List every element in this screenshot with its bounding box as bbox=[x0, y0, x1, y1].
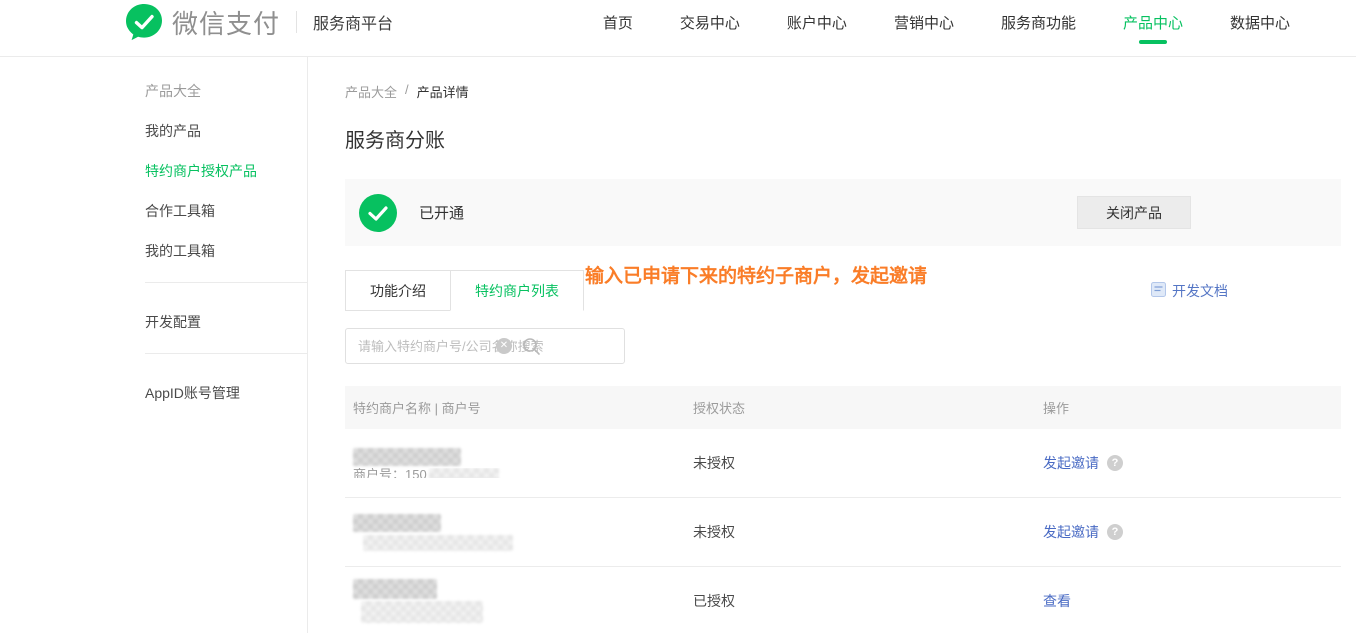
sidebar-item-my-products[interactable]: 我的产品 bbox=[145, 111, 307, 151]
main-nav: 首页 交易中心 账户中心 营销中心 服务商功能 产品中心 数据中心 bbox=[603, 0, 1290, 45]
action-cell: 发起邀请 ? bbox=[1043, 453, 1341, 473]
merchant-cell bbox=[353, 514, 693, 551]
table-row: 商户号：150 未授权 发起邀请 ? bbox=[345, 429, 1341, 498]
submerchant-table: 特约商户名称 | 商户号 授权状态 操作 商户号：150 未授权 发起邀请 ? bbox=[345, 386, 1341, 633]
table-row: 未授权 发起邀请 ? bbox=[345, 498, 1341, 567]
breadcrumb: 产品大全 / 产品详情 bbox=[345, 82, 1341, 101]
sidebar-item-dev-config[interactable]: 开发配置 bbox=[145, 302, 307, 342]
merchant-number-clipped: 商户号：150 bbox=[353, 468, 693, 478]
active-nav-underline bbox=[1139, 40, 1167, 44]
nav-item-home[interactable]: 首页 bbox=[603, 0, 633, 45]
help-icon[interactable]: ? bbox=[1107, 524, 1123, 540]
table-header-row: 特约商户名称 | 商户号 授权状态 操作 bbox=[345, 386, 1341, 429]
top-bar: 微信支付 服务商平台 首页 交易中心 账户中心 营销中心 服务商功能 产品中心 … bbox=[0, 0, 1356, 57]
brand[interactable]: 微信支付 bbox=[125, 3, 280, 41]
redacted-merchant-name bbox=[353, 514, 441, 532]
view-link[interactable]: 查看 bbox=[1043, 591, 1071, 611]
table-row: 已授权 查看 bbox=[345, 567, 1341, 633]
wechat-pay-logo-icon bbox=[125, 3, 163, 41]
brand-divider bbox=[296, 11, 297, 33]
brand-name: 微信支付 bbox=[172, 4, 280, 41]
redacted-merchant-name bbox=[353, 448, 461, 466]
tab-feature-intro[interactable]: 功能介绍 bbox=[345, 270, 451, 311]
merchant-number-text: 商户号：150 bbox=[353, 468, 427, 478]
action-cell: 发起邀请 ? bbox=[1043, 522, 1341, 542]
status-label: 已开通 bbox=[419, 202, 464, 223]
merchant-cell: 商户号：150 bbox=[353, 448, 693, 478]
page-title: 服务商分账 bbox=[345, 124, 1341, 153]
merchant-cell bbox=[353, 579, 693, 623]
sidebar-item-cooperation-toolbox[interactable]: 合作工具箱 bbox=[145, 191, 307, 231]
sidebar-item-appid-account-management[interactable]: AppID账号管理 bbox=[145, 373, 307, 413]
nav-item-product-center[interactable]: 产品中心 bbox=[1123, 0, 1183, 45]
redacted-merchant-number bbox=[361, 601, 483, 623]
redacted-merchant-number bbox=[363, 535, 513, 551]
search-box: ✕ bbox=[345, 328, 625, 364]
annotation-text: 输入已申请下来的特约子商户，发起邀请 bbox=[585, 261, 927, 288]
dev-doc-label: 开发文档 bbox=[1172, 281, 1228, 301]
nav-item-account-center[interactable]: 账户中心 bbox=[787, 0, 847, 45]
clear-icon[interactable]: ✕ bbox=[496, 338, 512, 354]
send-invite-link[interactable]: 发起邀请 bbox=[1043, 522, 1099, 542]
nav-item-transaction-center[interactable]: 交易中心 bbox=[680, 0, 740, 45]
check-circle-icon bbox=[359, 194, 397, 232]
search-row: ✕ bbox=[345, 328, 1341, 364]
redacted-merchant-number bbox=[429, 468, 499, 478]
auth-status: 未授权 bbox=[693, 453, 1043, 473]
sidebar-item-submerchant-authorized-products[interactable]: 特约商户授权产品 bbox=[145, 151, 307, 191]
column-header-auth-status: 授权状态 bbox=[693, 398, 1043, 417]
close-product-button[interactable]: 关闭产品 bbox=[1077, 196, 1191, 229]
main-content: 产品大全 / 产品详情 服务商分账 已开通 关闭产品 功能介绍 特约商户列表 输… bbox=[308, 57, 1356, 633]
page-layout: 产品大全 我的产品 特约商户授权产品 合作工具箱 我的工具箱 开发配置 AppI… bbox=[0, 57, 1356, 633]
nav-item-data-center[interactable]: 数据中心 bbox=[1230, 0, 1290, 45]
sidebar-divider bbox=[145, 353, 307, 354]
tab-bar: 功能介绍 特约商户列表 输入已申请下来的特约子商户，发起邀请 开发文档 bbox=[345, 270, 1341, 311]
auth-status: 未授权 bbox=[693, 522, 1043, 542]
sidebar-divider bbox=[145, 282, 307, 283]
tab-submerchant-list[interactable]: 特约商户列表 bbox=[450, 270, 584, 311]
status-card: 已开通 关闭产品 bbox=[345, 179, 1341, 246]
breadcrumb-parent[interactable]: 产品大全 bbox=[345, 82, 397, 101]
action-cell: 查看 bbox=[1043, 591, 1341, 611]
search-input[interactable] bbox=[346, 329, 624, 363]
document-icon bbox=[1151, 282, 1166, 300]
auth-status: 已授权 bbox=[693, 591, 1043, 611]
column-header-merchant: 特约商户名称 | 商户号 bbox=[353, 398, 693, 417]
sidebar-item-my-toolbox[interactable]: 我的工具箱 bbox=[145, 231, 307, 271]
help-icon[interactable]: ? bbox=[1107, 455, 1123, 471]
platform-name: 服务商平台 bbox=[313, 10, 393, 34]
breadcrumb-separator: / bbox=[405, 82, 409, 101]
sidebar-item-product-catalog[interactable]: 产品大全 bbox=[145, 71, 307, 111]
send-invite-link[interactable]: 发起邀请 bbox=[1043, 453, 1099, 473]
redacted-merchant-name bbox=[353, 579, 437, 599]
column-header-actions: 操作 bbox=[1043, 398, 1341, 417]
breadcrumb-current: 产品详情 bbox=[417, 82, 469, 101]
sidebar: 产品大全 我的产品 特约商户授权产品 合作工具箱 我的工具箱 开发配置 AppI… bbox=[0, 57, 308, 633]
nav-item-marketing-center[interactable]: 营销中心 bbox=[894, 0, 954, 45]
nav-item-provider-functions[interactable]: 服务商功能 bbox=[1001, 0, 1076, 45]
search-icon[interactable] bbox=[522, 337, 541, 361]
dev-doc-link[interactable]: 开发文档 bbox=[1151, 281, 1228, 301]
nav-item-label: 产品中心 bbox=[1123, 12, 1183, 33]
